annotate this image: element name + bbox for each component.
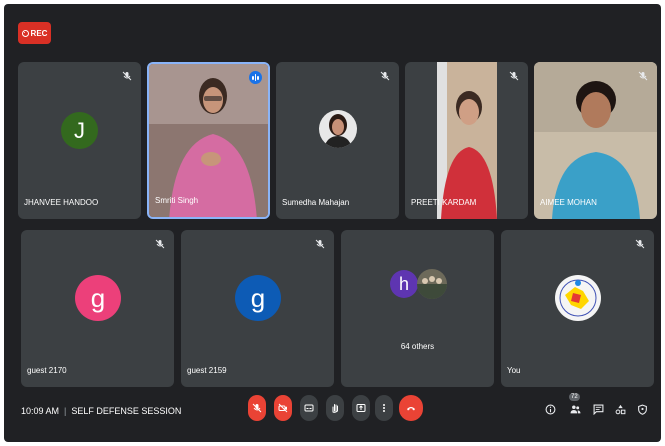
speaking-indicator-icon [249,71,262,84]
participant-tile[interactable]: J JHANVEE HANDOO [18,62,141,219]
mic-muted-icon [634,238,646,250]
avatar-initial: h [398,273,409,294]
avatar: g [235,275,281,321]
people-icon [570,405,580,413]
recording-indicator: REC [18,22,51,44]
avatar: J [61,112,98,149]
activities-button[interactable] [613,402,627,416]
mic-muted-icon [379,70,391,82]
host-controls-button[interactable] [635,402,649,416]
participant-tile-active-speaker[interactable]: Smriti Singh [147,62,270,219]
participant-name: You [507,366,521,375]
people-button[interactable]: 72 [568,393,582,416]
participant-name: AIMEE MOHAN [540,198,597,207]
mic-toggle-button[interactable] [248,395,266,421]
meeting-title: SELF DEFENSE SESSION [71,406,182,416]
participant-name: Sumedha Mahajan [282,198,350,207]
avatar-initial: g [250,282,266,313]
mic-off-icon [252,403,262,413]
leave-call-button[interactable] [399,395,423,421]
others-count: 64 others [400,342,435,351]
more-options-button[interactable] [375,395,393,421]
captions-icon [304,404,314,412]
meeting-time: 10:09 AM [21,406,60,416]
hand-icon [332,404,338,413]
participant-name: Smriti Singh [155,196,199,205]
info-icon [545,404,555,414]
participant-tile[interactable]: g guest 2159 [181,230,334,387]
participant-count-badge: 72 [569,393,580,401]
avatar [319,110,357,148]
participant-tile[interactable]: AIMEE MOHAN [534,62,657,219]
participant-tile[interactable]: g guest 2170 [21,230,174,387]
mic-muted-icon [121,70,133,82]
raise-hand-button[interactable] [326,395,344,421]
camera-off-icon [278,403,288,413]
present-button[interactable] [352,395,370,421]
recording-label: REC [30,28,48,38]
video-feed [437,62,497,219]
meeting-info: 10:09 AM | SELF DEFENSE SESSION [21,406,181,416]
participant-name: guest 2159 [187,366,227,375]
participant-tile[interactable]: Sumedha Mahajan [276,62,399,219]
meet-screen: REC J JHANVEE HANDOO Smriti Singh Sumedh… [4,4,661,442]
mic-muted-icon [154,238,166,250]
chat-button[interactable] [591,402,605,416]
shield-icon [637,404,647,415]
more-vert-icon [383,404,385,412]
avatar [417,269,447,299]
others-tile[interactable]: h 64 others [341,230,494,387]
participant-name: PREETI KARDAM [411,198,477,207]
mic-muted-icon [637,70,649,82]
avatar [555,275,601,321]
chat-icon [593,404,603,415]
participant-tile[interactable]: PREETI KARDAM [405,62,528,219]
record-icon [21,29,29,37]
meeting-details-button[interactable] [543,402,557,416]
divider: | [64,406,67,416]
activities-icon [615,404,625,414]
meeting-controls-bar: 10:09 AM | SELF DEFENSE SESSION 72 [4,390,661,442]
avatar-initial: J [74,117,85,143]
present-icon [356,404,366,412]
captions-button[interactable] [300,395,318,421]
self-tile[interactable]: You [501,230,654,387]
participant-name: JHANVEE HANDOO [24,198,99,207]
avatar: h [390,270,418,298]
mic-muted-icon [508,70,520,82]
participant-name: guest 2170 [27,366,67,375]
camera-toggle-button[interactable] [274,395,292,421]
avatar-initial: g [90,282,106,313]
hang-up-icon [407,407,415,411]
avatar: g [75,275,121,321]
mic-muted-icon [314,238,326,250]
video-feed [534,62,657,219]
